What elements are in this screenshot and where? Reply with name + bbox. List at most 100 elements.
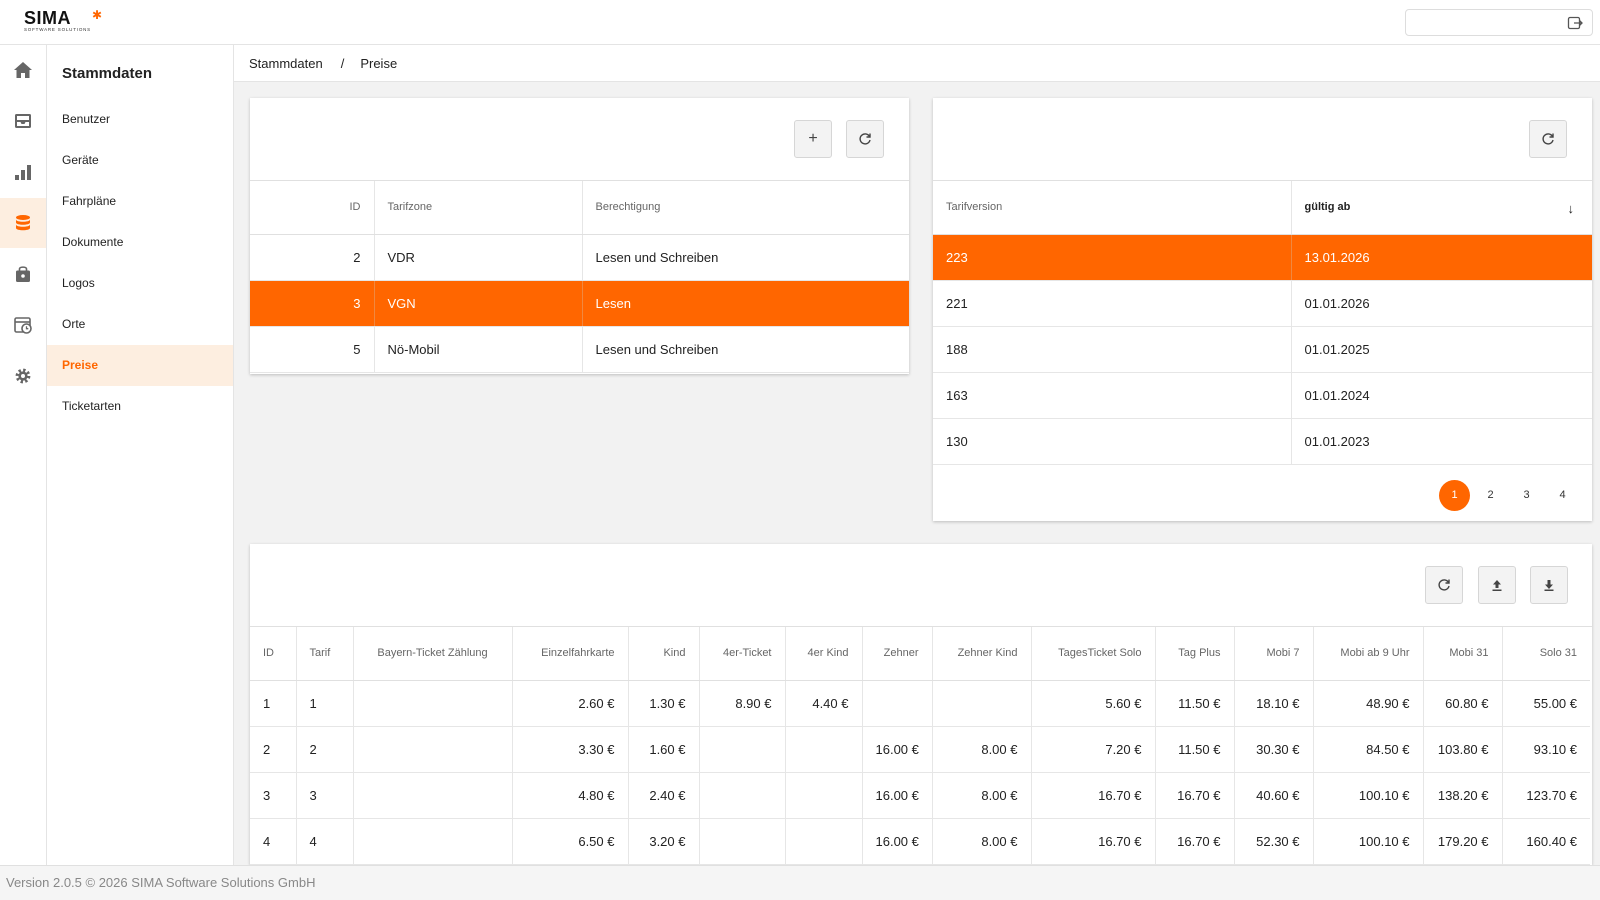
table-row[interactable]: 2 VDR Lesen und Schreiben (250, 234, 909, 281)
prices-cell: 6.50 € (512, 818, 629, 865)
prices-col-header[interactable]: TagesTicket Solo (1031, 627, 1156, 681)
zones-header-row: ID Tarifzone Berechtigung (250, 181, 909, 235)
nav-master-data[interactable] (0, 198, 46, 248)
prices-col-header[interactable]: Tarif (296, 627, 354, 681)
versions-col-gueltig-ab[interactable]: gültig ab ↓ (1291, 181, 1592, 235)
table-row[interactable]: 223 13.01.2026 (933, 234, 1592, 281)
add-zone-button[interactable]: + (794, 120, 832, 158)
sort-down-icon[interactable]: ↓ (1568, 201, 1575, 216)
sidebar-item-orte[interactable]: Orte (47, 304, 233, 345)
prices-col-header[interactable]: Kind (628, 627, 700, 681)
breadcrumb-separator: / (340, 56, 345, 71)
refresh-zones-button[interactable] (846, 120, 884, 158)
prices-col-header[interactable]: Bayern-Ticket Zählung (353, 627, 513, 681)
logout-icon[interactable] (1567, 15, 1583, 31)
sidebar-item-ticketarten[interactable]: Ticketarten (47, 386, 233, 427)
prices-cell (699, 818, 786, 865)
prices-col-header[interactable]: Mobi 7 (1234, 627, 1314, 681)
nav-statistics[interactable] (0, 147, 46, 197)
prices-cell (699, 726, 786, 773)
zones-toolbar: + (250, 98, 909, 181)
prices-col-header[interactable]: Tag Plus (1155, 627, 1235, 681)
zones-col-berechtigung[interactable]: Berechtigung (582, 181, 909, 235)
sidebar-item-logos[interactable]: Logos (47, 263, 233, 304)
sidebar-item-preise[interactable]: Preise (47, 345, 233, 386)
sidebar-item-geraete[interactable]: Geräte (47, 140, 233, 181)
zones-col-tarifzone[interactable]: Tarifzone (374, 181, 583, 235)
refresh-prices-button[interactable] (1425, 566, 1463, 604)
prices-cell: 55.00 € (1502, 680, 1590, 727)
prices-cell: 7.20 € (1031, 726, 1156, 773)
prices-cell: 2.60 € (512, 680, 629, 727)
versions-col-tarifversion[interactable]: Tarifversion (933, 181, 1292, 235)
breadcrumb-root[interactable]: Stammdaten (249, 56, 323, 71)
prices-cell (785, 726, 863, 773)
table-row[interactable]: 188 01.01.2025 (933, 326, 1592, 373)
prices-cell: 3.30 € (512, 726, 629, 773)
sima-logo[interactable]: SIMA ✱ SOFTWARE SOLUTIONS (24, 8, 104, 34)
table-row[interactable]: 5 Nö-Mobil Lesen und Schreiben (250, 326, 909, 373)
page-3-button[interactable]: 3 (1511, 480, 1542, 511)
prices-col-header[interactable]: 4er-Ticket (699, 627, 786, 681)
prices-cell (353, 772, 513, 819)
zones-cell: VDR (374, 234, 583, 281)
prices-cell: 100.10 € (1313, 772, 1424, 819)
prices-cell: 60.80 € (1423, 680, 1503, 727)
table-row[interactable]: 3 VGN Lesen (250, 280, 909, 327)
table-row[interactable]: 2 2 3.30 €1.60 € 16.00 €8.00 €7.20 €11.50 €… (250, 726, 1590, 773)
nav-home[interactable] (0, 45, 46, 95)
page-2-button[interactable]: 2 (1475, 480, 1506, 511)
zones-col-id[interactable]: ID (250, 181, 375, 235)
prices-header-row: ID Tarif Bayern-Ticket Zählung Einzelfahrka… (250, 627, 1590, 681)
refresh-icon (1438, 579, 1450, 591)
prices-cell: 160.40 € (1502, 818, 1590, 865)
download-icon (1544, 580, 1554, 591)
nav-shop[interactable] (0, 249, 46, 299)
table-row[interactable]: 3 3 4.80 €2.40 €16.00 €8.00 €16.70 €16.70 … (250, 772, 1590, 819)
prices-table: ID Tarif Bayern-Ticket Zählung Einzelfahrka… (250, 627, 1590, 865)
prices-cell: 4 (250, 818, 297, 865)
prices-cell: 8.00 € (932, 726, 1032, 773)
prices-cell: 11.50 € (1155, 726, 1235, 773)
prices-col-header[interactable]: Mobi 31 (1423, 627, 1503, 681)
footer: Version 2.0.5 © 2026 SIMA Software Solut… (0, 865, 1600, 900)
zones-table: ID Tarifzone Berechtigung 2 VDR Lesen und … (250, 181, 909, 373)
prices-col-header[interactable]: ID (250, 627, 297, 681)
refresh-icon (859, 133, 871, 145)
home-icon (14, 62, 32, 78)
page-1-button[interactable]: 1 (1439, 479, 1470, 511)
upload-button[interactable] (1478, 566, 1516, 604)
table-row[interactable]: 1 1 2.60 €1.30 €8.90 €4.40 € 5.60 €11.50 €1… (250, 680, 1590, 727)
prices-col-header[interactable]: Mobi ab 9 Uhr (1313, 627, 1424, 681)
table-row[interactable]: 221 01.01.2026 (933, 280, 1592, 327)
versions-cell: 223 (933, 234, 1292, 281)
table-row[interactable]: 163 01.01.2024 (933, 372, 1592, 419)
prices-cell: 4 (296, 818, 354, 865)
prices-cell: 8.90 € (699, 680, 786, 727)
sidebar-item-fahrplaene[interactable]: Fahrpläne (47, 181, 233, 222)
prices-cell (785, 772, 863, 819)
download-button[interactable] (1530, 566, 1568, 604)
versions-cell: 01.01.2024 (1291, 372, 1592, 419)
table-row[interactable]: 4 4 6.50 €3.20 €16.00 €8.00 €16.70 €16.70 … (250, 818, 1590, 865)
calendar-clock-icon (14, 317, 32, 334)
page-4-button[interactable]: 4 (1547, 480, 1578, 511)
table-row[interactable]: 130 01.01.2023 (933, 418, 1592, 465)
user-menu[interactable] (1405, 9, 1593, 36)
tariff-versions-card: Tarifversion gültig ab ↓ 223 13.01.2026 22… (933, 98, 1592, 521)
prices-col-header[interactable]: Zehner (862, 627, 933, 681)
refresh-versions-button[interactable] (1529, 120, 1567, 158)
icon-nav (0, 45, 47, 865)
prices-col-header[interactable]: 4er Kind (785, 627, 863, 681)
prices-col-header[interactable]: Zehner Kind (932, 627, 1032, 681)
prices-col-header[interactable]: Einzelfahrkarte (512, 627, 629, 681)
prices-cell: 5.60 € (1031, 680, 1156, 727)
nav-inbox[interactable] (0, 96, 46, 146)
nav-settings[interactable] (0, 351, 46, 401)
nav-schedule[interactable] (0, 300, 46, 350)
prices-card: ID Tarif Bayern-Ticket Zählung Einzelfahrka… (250, 544, 1592, 865)
sidebar-item-benutzer[interactable]: Benutzer (47, 99, 233, 140)
sidebar-item-dokumente[interactable]: Dokumente (47, 222, 233, 263)
prices-cell: 179.20 € (1423, 818, 1503, 865)
prices-col-header[interactable]: Solo 31 (1502, 627, 1590, 681)
